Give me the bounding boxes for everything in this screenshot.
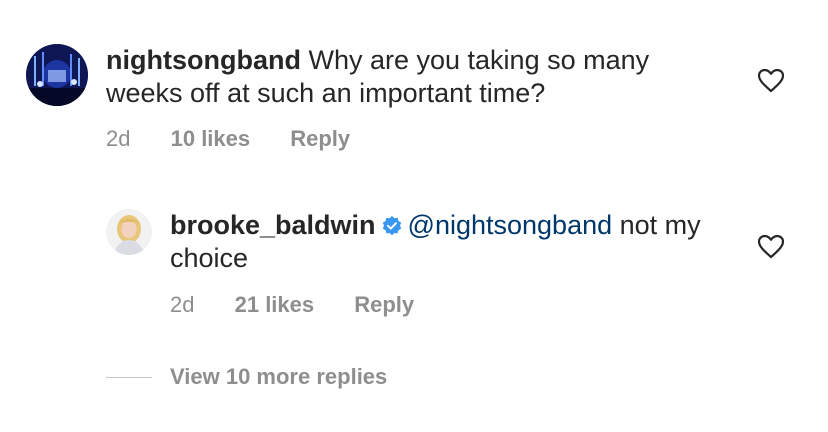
comment-text: nightsongband Why are you taking so many…: [106, 44, 706, 110]
reply-username[interactable]: brooke_baldwin: [170, 210, 376, 240]
reply-text: brooke_baldwin @nightsongband not my choi…: [170, 209, 730, 275]
avatar[interactable]: [106, 209, 152, 255]
reply-meta: 2d 21 likes Reply: [170, 292, 414, 318]
heart-icon[interactable]: [757, 234, 785, 259]
comment-likes[interactable]: 10 likes: [171, 126, 251, 151]
reply-time: 2d: [170, 292, 195, 317]
reply-likes[interactable]: 21 likes: [235, 292, 315, 317]
avatar[interactable]: [26, 44, 88, 106]
comment-username[interactable]: nightsongband: [106, 45, 301, 75]
comment-meta: 2d 10 likes Reply: [106, 126, 350, 152]
view-more-label: View 10 more replies: [170, 364, 388, 389]
comment-reply-button[interactable]: Reply: [290, 126, 350, 151]
view-more-replies-button[interactable]: View 10 more replies: [106, 364, 387, 390]
heart-icon[interactable]: [757, 68, 785, 93]
reply-reply-button[interactable]: Reply: [354, 292, 414, 317]
reply-mention[interactable]: @nightsongband: [408, 210, 613, 240]
divider: [106, 376, 152, 378]
verified-badge-icon: [382, 211, 402, 236]
comment-time: 2d: [106, 126, 131, 151]
